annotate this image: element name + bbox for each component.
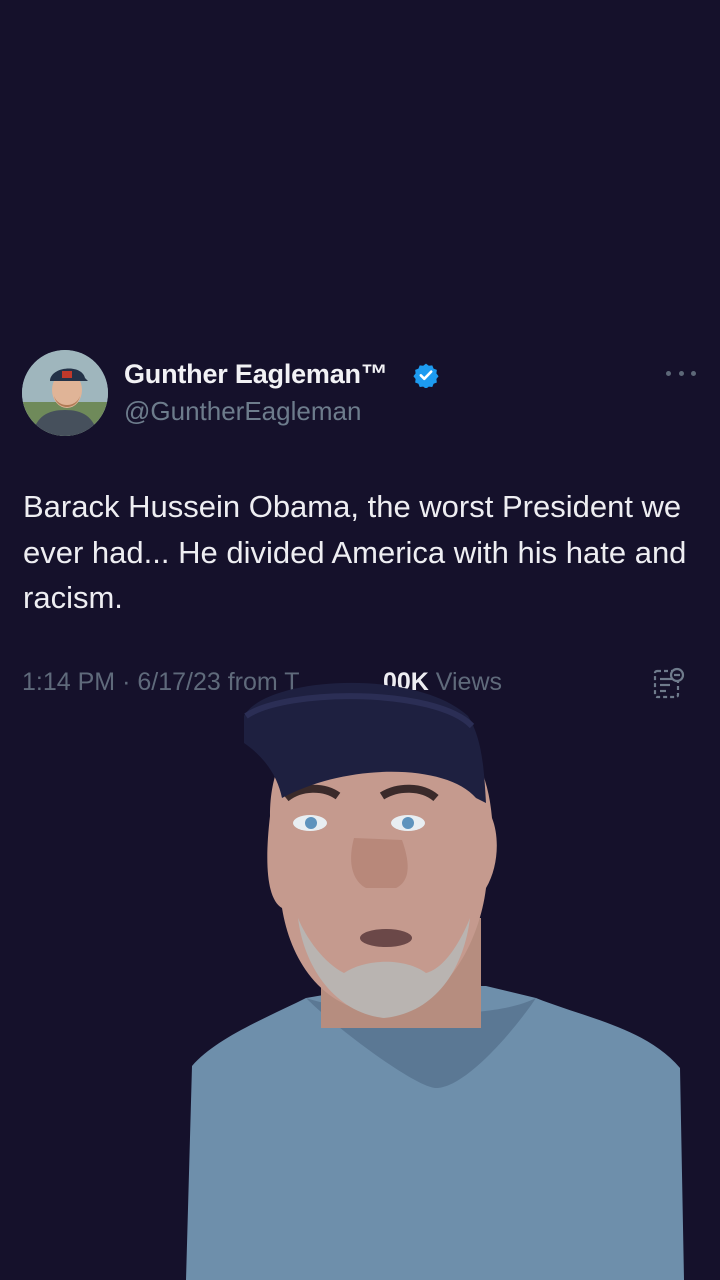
profile-avatar[interactable]	[22, 350, 108, 436]
presenter-video-overlay	[186, 682, 684, 1280]
tweet-time[interactable]: 1:14 PM	[22, 668, 115, 696]
verified-badge-icon	[413, 363, 439, 388]
tweet-text: Barack Hussein Obama, the worst Presiden…	[23, 489, 687, 615]
tweet-card: Gunther Eagleman™ @GuntherEagleman Barac…	[0, 0, 720, 1280]
user-handle[interactable]: @GuntherEagleman	[124, 396, 361, 427]
more-options-icon[interactable]	[666, 366, 696, 380]
avatar-image	[22, 350, 108, 436]
display-name[interactable]: Gunther Eagleman™	[124, 359, 388, 390]
meta-separator: ·	[122, 668, 131, 696]
